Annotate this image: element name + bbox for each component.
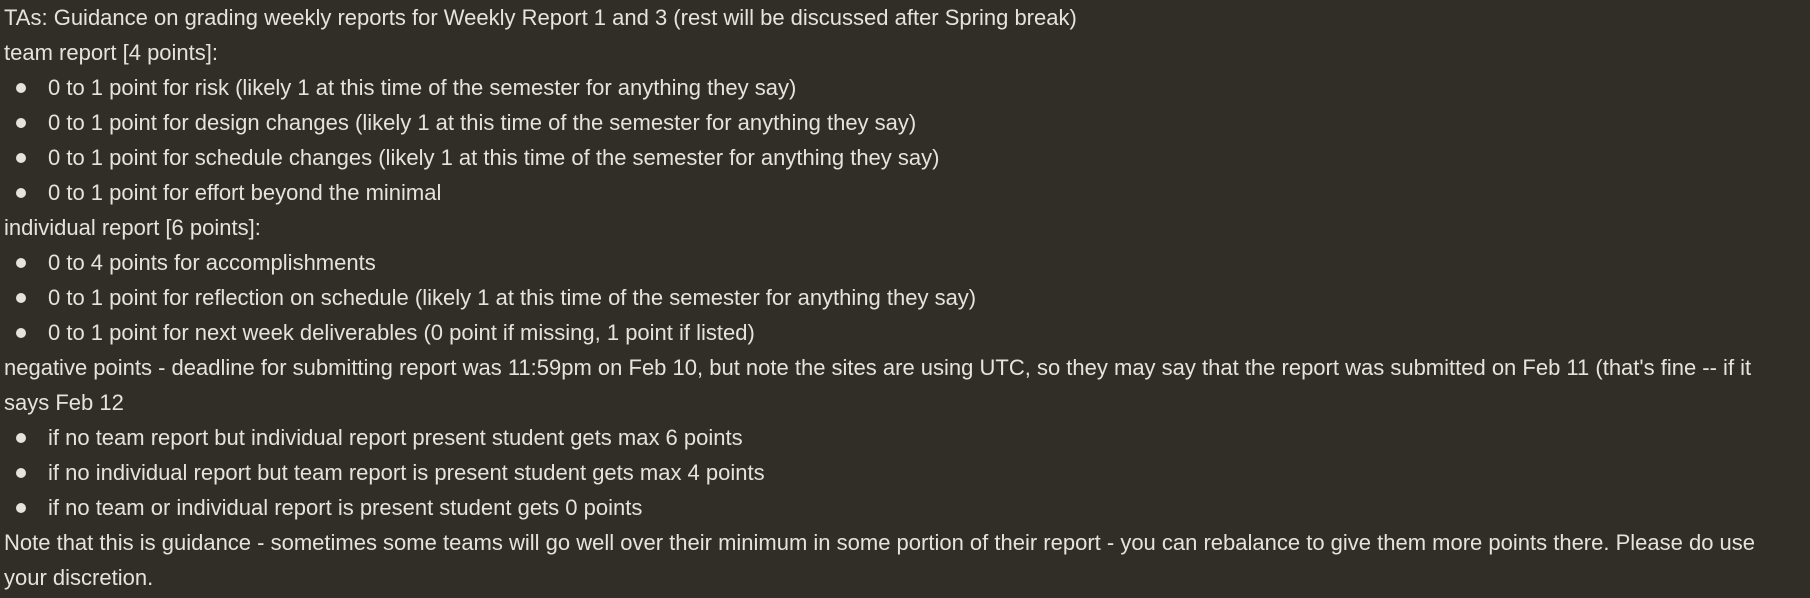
list-item-text: 0 to 1 point for design changes (likely … (48, 110, 917, 135)
closing-note: Note that this is guidance - sometimes s… (4, 530, 1756, 590)
list-item-text: 0 to 1 point for risk (likely 1 at this … (48, 75, 797, 100)
list-item: 0 to 1 point for risk (likely 1 at this … (4, 70, 1806, 105)
individual-report-list: 0 to 4 points for accomplishments 0 to 1… (4, 245, 1806, 350)
list-item-text: 0 to 4 points for accomplishments (48, 250, 376, 275)
list-item: 0 to 1 point for effort beyond the minim… (4, 175, 1806, 210)
intro-text: TAs: Guidance on grading weekly reports … (4, 5, 1077, 30)
list-item: 0 to 1 point for design changes (likely … (4, 105, 1806, 140)
list-item: if no individual report but team report … (4, 455, 1806, 490)
bullet-icon (16, 258, 26, 268)
list-item-text: 0 to 1 point for schedule changes (likel… (48, 145, 940, 170)
list-item: if no team report but individual report … (4, 420, 1806, 455)
message-body: TAs: Guidance on grading weekly reports … (0, 0, 1810, 595)
bullet-icon (16, 503, 26, 513)
list-item-text: if no team or individual report is prese… (48, 495, 643, 520)
negative-points-list: if no team report but individual report … (4, 420, 1806, 525)
bullet-icon (16, 83, 26, 93)
bullet-icon (16, 468, 26, 478)
list-item: 0 to 4 points for accomplishments (4, 245, 1806, 280)
bullet-icon (16, 153, 26, 163)
bullet-icon (16, 328, 26, 338)
list-item: if no team or individual report is prese… (4, 490, 1806, 525)
bullet-icon (16, 433, 26, 443)
individual-report-heading: individual report [6 points]: (4, 215, 261, 240)
list-item-text: 0 to 1 point for effort beyond the minim… (48, 180, 442, 205)
list-item-text: 0 to 1 point for reflection on schedule … (48, 285, 977, 310)
bullet-icon (16, 188, 26, 198)
bullet-icon (16, 293, 26, 303)
team-report-list: 0 to 1 point for risk (likely 1 at this … (4, 70, 1806, 210)
list-item: 0 to 1 point for next week deliverables … (4, 315, 1806, 350)
list-item: 0 to 1 point for reflection on schedule … (4, 280, 1806, 315)
list-item-text: if no team report but individual report … (48, 425, 743, 450)
list-item: 0 to 1 point for schedule changes (likel… (4, 140, 1806, 175)
negative-points-heading: negative points - deadline for submittin… (4, 355, 1752, 415)
list-item-text: 0 to 1 point for next week deliverables … (48, 320, 755, 345)
list-item-text: if no individual report but team report … (48, 460, 765, 485)
team-report-heading: team report [4 points]: (4, 40, 218, 65)
bullet-icon (16, 118, 26, 128)
